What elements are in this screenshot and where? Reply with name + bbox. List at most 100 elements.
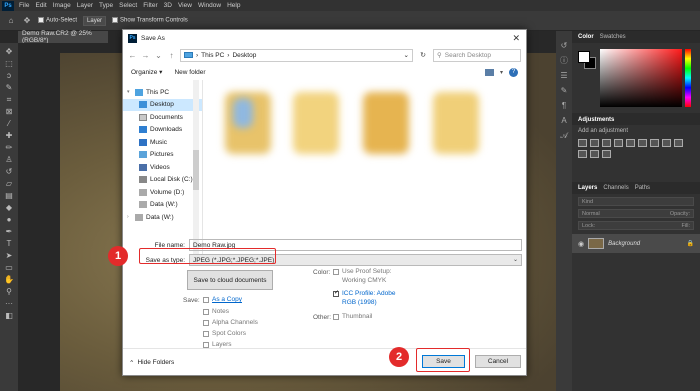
view-options-icon[interactable] — [484, 68, 494, 76]
adjustments-title[interactable]: Adjustments — [572, 113, 700, 125]
alpha-channels-checkbox[interactable]: Alpha Channels — [203, 319, 258, 326]
blend-mode-select[interactable]: Normal Opacity: — [578, 209, 694, 218]
rectangle-icon[interactable]: ▭ — [4, 263, 14, 273]
color-swap-icon[interactable]: ◧ — [4, 311, 14, 321]
nav-volume-d[interactable]: Volume (D:) — [123, 186, 202, 199]
nav-music[interactable]: Music — [123, 136, 202, 149]
color-spectrum[interactable] — [600, 49, 682, 107]
hue-slider[interactable] — [685, 49, 691, 107]
lasso-icon[interactable]: ↄ — [4, 71, 14, 81]
expand-icon[interactable]: ▾ — [127, 89, 132, 95]
tab-paths[interactable]: Paths — [635, 185, 650, 191]
eye-icon[interactable]: ◉ — [578, 240, 584, 248]
as-copy-box[interactable] — [203, 296, 209, 303]
menu-help[interactable]: Help — [224, 2, 243, 9]
more-tools-icon[interactable]: ··· — [4, 299, 14, 309]
up-icon[interactable]: ↑ — [167, 51, 176, 60]
notes-box[interactable] — [203, 308, 209, 315]
address-bar[interactable]: › This PC › Desktop ⌄ — [180, 48, 413, 62]
zoom-icon[interactable]: ⚲ — [4, 287, 14, 297]
nav-downloads[interactable]: Downloads — [123, 124, 202, 137]
breadcrumb-desktop[interactable]: Desktop — [232, 52, 256, 59]
menu-3d[interactable]: 3D — [161, 2, 175, 9]
curves-icon[interactable] — [602, 139, 611, 147]
icc-box[interactable] — [333, 289, 339, 297]
paragraph-icon[interactable]: ¶ — [560, 101, 569, 110]
history-icon[interactable]: ↺ — [560, 41, 569, 50]
menu-edit[interactable]: Edit — [32, 2, 49, 9]
spot-colors-checkbox[interactable]: Spot Colors — [203, 330, 246, 337]
pen-icon[interactable]: ✒ — [4, 227, 14, 237]
collapse-icon[interactable]: › — [127, 214, 132, 220]
tab-channels[interactable]: Channels — [603, 185, 628, 191]
nav-data-w-root[interactable]: › Data (W:) — [123, 211, 202, 224]
help-icon[interactable]: ? — [509, 67, 518, 77]
menu-window[interactable]: Window — [195, 2, 224, 9]
layer-select-dropdown[interactable]: Layer — [83, 15, 107, 26]
thumbnail-box[interactable] — [333, 313, 339, 320]
organize-button[interactable]: Organize ▾ — [131, 68, 162, 76]
file-item[interactable] — [433, 92, 479, 154]
spot-box[interactable] — [203, 330, 209, 337]
quick-select-icon[interactable]: ✎ — [4, 83, 14, 93]
properties-icon[interactable]: ☰ — [560, 71, 569, 80]
search-input[interactable]: ⚲ Search Desktop — [433, 48, 521, 62]
document-tab[interactable]: Demo Raw.CR2 @ 25% (RGB/8*) — [18, 30, 108, 44]
dodge-icon[interactable]: ● — [4, 215, 14, 225]
refresh-icon[interactable]: ↻ — [417, 51, 429, 59]
alpha-box[interactable] — [203, 319, 209, 326]
channel-mixer-icon[interactable] — [578, 150, 587, 158]
path-select-icon[interactable]: ➤ — [4, 251, 14, 261]
brush-icon[interactable]: ✏ — [4, 143, 14, 153]
gradient-icon[interactable]: ▤ — [4, 191, 14, 201]
new-folder-button[interactable]: New folder — [174, 69, 205, 76]
tab-color[interactable]: Color — [578, 34, 594, 40]
color-balance-icon[interactable] — [650, 139, 659, 147]
glyphs-icon[interactable]: 𝒜 — [560, 131, 569, 140]
menu-view[interactable]: View — [175, 2, 195, 9]
info-icon[interactable]: ⓘ — [560, 56, 569, 65]
icc-profile-checkbox[interactable]: ICC Profile: Adobe — [333, 289, 395, 297]
levels-icon[interactable] — [590, 139, 599, 147]
brightness-icon[interactable] — [578, 139, 587, 147]
auto-select-checkbox[interactable]: Auto-Select — [38, 17, 77, 24]
brush-settings-icon[interactable]: ✎ — [560, 86, 569, 95]
address-dropdown-icon[interactable]: ⌄ — [404, 51, 412, 59]
proof-box[interactable] — [333, 268, 339, 275]
forward-icon[interactable]: → — [141, 51, 150, 60]
vibrance-icon[interactable] — [626, 139, 635, 147]
nav-desktop[interactable]: Desktop — [123, 98, 202, 111]
home-icon[interactable]: ⌂ — [6, 16, 16, 26]
invert-icon[interactable] — [590, 150, 599, 158]
nav-videos[interactable]: Videos — [123, 161, 202, 174]
menu-image[interactable]: Image — [50, 2, 74, 9]
close-icon[interactable]: ✕ — [512, 33, 520, 44]
breadcrumb-this-pc[interactable]: This PC — [201, 52, 224, 59]
type-icon[interactable]: T — [4, 239, 14, 249]
character-icon[interactable]: A — [560, 116, 569, 125]
file-item[interactable] — [233, 98, 253, 128]
back-icon[interactable]: ← — [128, 51, 137, 60]
file-item[interactable] — [293, 92, 339, 154]
bw-icon[interactable] — [662, 139, 671, 147]
nav-scrollbar-thumb[interactable] — [193, 150, 199, 190]
nav-this-pc[interactable]: ▾ This PC — [123, 86, 202, 99]
photo-filter-icon[interactable] — [674, 139, 683, 147]
nav-data-w[interactable]: Data (W:) — [123, 199, 202, 212]
history-brush-icon[interactable]: ↺ — [4, 167, 14, 177]
eyedropper-icon[interactable]: ⁄ — [4, 119, 14, 129]
move-icon[interactable]: ✥ — [4, 47, 14, 57]
nav-local-disk[interactable]: Local Disk (C:) — [123, 174, 202, 187]
menu-file[interactable]: File — [16, 2, 32, 9]
menu-layer[interactable]: Layer — [74, 2, 96, 9]
frame-icon[interactable]: ⊠ — [4, 107, 14, 117]
proof-setup-checkbox[interactable]: Use Proof Setup: — [333, 268, 392, 275]
nav-pictures[interactable]: Pictures — [123, 149, 202, 162]
file-item[interactable] — [363, 92, 409, 154]
menu-type[interactable]: Type — [96, 2, 116, 9]
layer-kind-filter[interactable]: Kind — [578, 197, 694, 206]
tab-swatches[interactable]: Swatches — [600, 34, 626, 40]
notes-checkbox[interactable]: Notes — [203, 308, 229, 315]
layer-row[interactable]: ◉ Background 🔒 — [572, 234, 700, 253]
foreground-color-swatch[interactable] — [578, 51, 590, 63]
